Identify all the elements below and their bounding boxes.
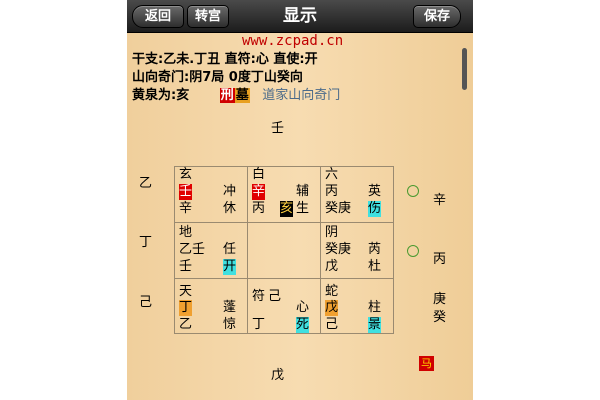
earth-stem: 丙 bbox=[252, 201, 266, 216]
info-line-ganzhi: 干支:乙未.丁丑 直符:心 直使:开 bbox=[132, 52, 318, 67]
navigation-bar: 返回 转宫 显示 保存 bbox=[127, 0, 473, 33]
palace-cell-2[interactable]: 白 辛 辅 丙 亥 生 bbox=[247, 166, 320, 222]
earth-stem: 己 bbox=[325, 317, 339, 332]
heaven-stem: 乙壬 bbox=[179, 242, 206, 257]
heaven-stem: 癸庚 bbox=[325, 242, 352, 257]
star-label: 心 bbox=[296, 300, 310, 315]
heaven-stem: 丁 bbox=[179, 300, 193, 316]
save-button[interactable]: 保存 bbox=[413, 5, 461, 28]
right-stem-1: 辛 bbox=[433, 193, 447, 208]
info-line-huangquan: 黄泉为:亥 刑墓 道家山向奇门 bbox=[132, 84, 340, 103]
mu-tag: 墓 bbox=[234, 88, 250, 103]
heaven-stem: 己 bbox=[268, 289, 282, 304]
heaven-stem: 辛 bbox=[252, 184, 266, 200]
heaven-stem: 戊 bbox=[325, 300, 339, 316]
huangquan-label: 黄泉为:亥 bbox=[132, 88, 190, 103]
door-label: 死 bbox=[296, 317, 310, 333]
palace-cell-4[interactable]: 地 乙壬 任 壬 开 bbox=[174, 222, 247, 278]
phone-screen: 返回 转宫 显示 保存 www.zcpad.cn 干支:乙未.丁丑 直符:心 直… bbox=[127, 0, 473, 400]
palace-cell-6[interactable]: 阴 癸庚 芮 戊 杜 bbox=[320, 222, 393, 278]
scrollbar[interactable] bbox=[462, 48, 467, 90]
palace-cell-8[interactable]: 符 己 心 丁 死 bbox=[247, 278, 320, 334]
palace-cell-3[interactable]: 六 丙 英 癸庚 伤 bbox=[320, 166, 393, 222]
marker-circle-2 bbox=[407, 245, 419, 257]
door-label: 景 bbox=[368, 317, 382, 333]
deity-label: 符 bbox=[252, 289, 266, 304]
door-label: 惊 bbox=[223, 317, 237, 332]
star-label: 辅 bbox=[296, 184, 310, 199]
info-line-shanxiang: 山向奇门:阴7局 0度丁山癸向 bbox=[132, 70, 303, 85]
earth-stem: 癸庚 bbox=[325, 201, 352, 216]
deity-label: 天 bbox=[179, 284, 193, 299]
earth-stem: 壬 bbox=[179, 259, 193, 274]
left-stem-2: 丁 bbox=[139, 235, 153, 250]
horse-star-icon: 马 bbox=[419, 356, 434, 371]
left-stem-1: 乙 bbox=[139, 176, 153, 191]
right-stem-3: 庚 bbox=[433, 292, 447, 307]
door-label: 伤 bbox=[368, 201, 382, 217]
palace-cell-7[interactable]: 天 丁 蓬 乙 惊 bbox=[174, 278, 247, 334]
right-stem-4: 癸 bbox=[433, 310, 447, 325]
watermark: www.zcpad.cn bbox=[242, 33, 344, 49]
hai-branch-tag: 亥 bbox=[280, 201, 294, 217]
deity-label: 玄 bbox=[179, 167, 193, 182]
door-label: 休 bbox=[223, 201, 237, 216]
deity-label: 蛇 bbox=[325, 284, 339, 299]
earth-stem: 丁 bbox=[252, 317, 266, 332]
star-label: 芮 bbox=[368, 242, 382, 257]
bottom-stem: 戊 bbox=[271, 368, 285, 383]
heaven-stem: 壬 bbox=[179, 184, 193, 200]
star-label: 英 bbox=[368, 184, 382, 199]
marker-circle-1 bbox=[407, 185, 419, 197]
taoist-qimen-link[interactable]: 道家山向奇门 bbox=[262, 88, 340, 103]
xing-tag: 刑 bbox=[219, 88, 235, 103]
right-stem-2: 丙 bbox=[433, 252, 447, 267]
door-label: 开 bbox=[223, 259, 237, 275]
heaven-stem: 丙 bbox=[325, 184, 339, 199]
deity-label: 白 bbox=[252, 167, 266, 182]
top-stem: 壬 bbox=[271, 121, 285, 136]
deity-label: 地 bbox=[179, 225, 193, 240]
door-label: 杜 bbox=[368, 259, 382, 274]
left-stem-3: 己 bbox=[139, 295, 153, 310]
deity-label: 阴 bbox=[325, 225, 339, 240]
nine-palace-grid: 玄 壬 冲 辛 休 白 辛 辅 丙 亥 生 六 丙 英 癸庚 伤 地 乙壬 任 … bbox=[174, 166, 394, 334]
door-label: 生 bbox=[296, 201, 310, 216]
star-label: 柱 bbox=[368, 300, 382, 315]
palace-cell-9[interactable]: 蛇 戊 柱 己 景 bbox=[320, 278, 393, 334]
palace-cell-1[interactable]: 玄 壬 冲 辛 休 bbox=[174, 166, 247, 222]
star-label: 冲 bbox=[223, 184, 237, 199]
earth-stem: 辛 bbox=[179, 201, 193, 216]
earth-stem: 乙 bbox=[179, 317, 193, 332]
deity-label: 六 bbox=[325, 167, 339, 182]
earth-stem: 戊 bbox=[325, 259, 339, 274]
star-label: 蓬 bbox=[223, 300, 237, 315]
star-label: 任 bbox=[223, 242, 237, 257]
grid-line bbox=[393, 166, 394, 334]
